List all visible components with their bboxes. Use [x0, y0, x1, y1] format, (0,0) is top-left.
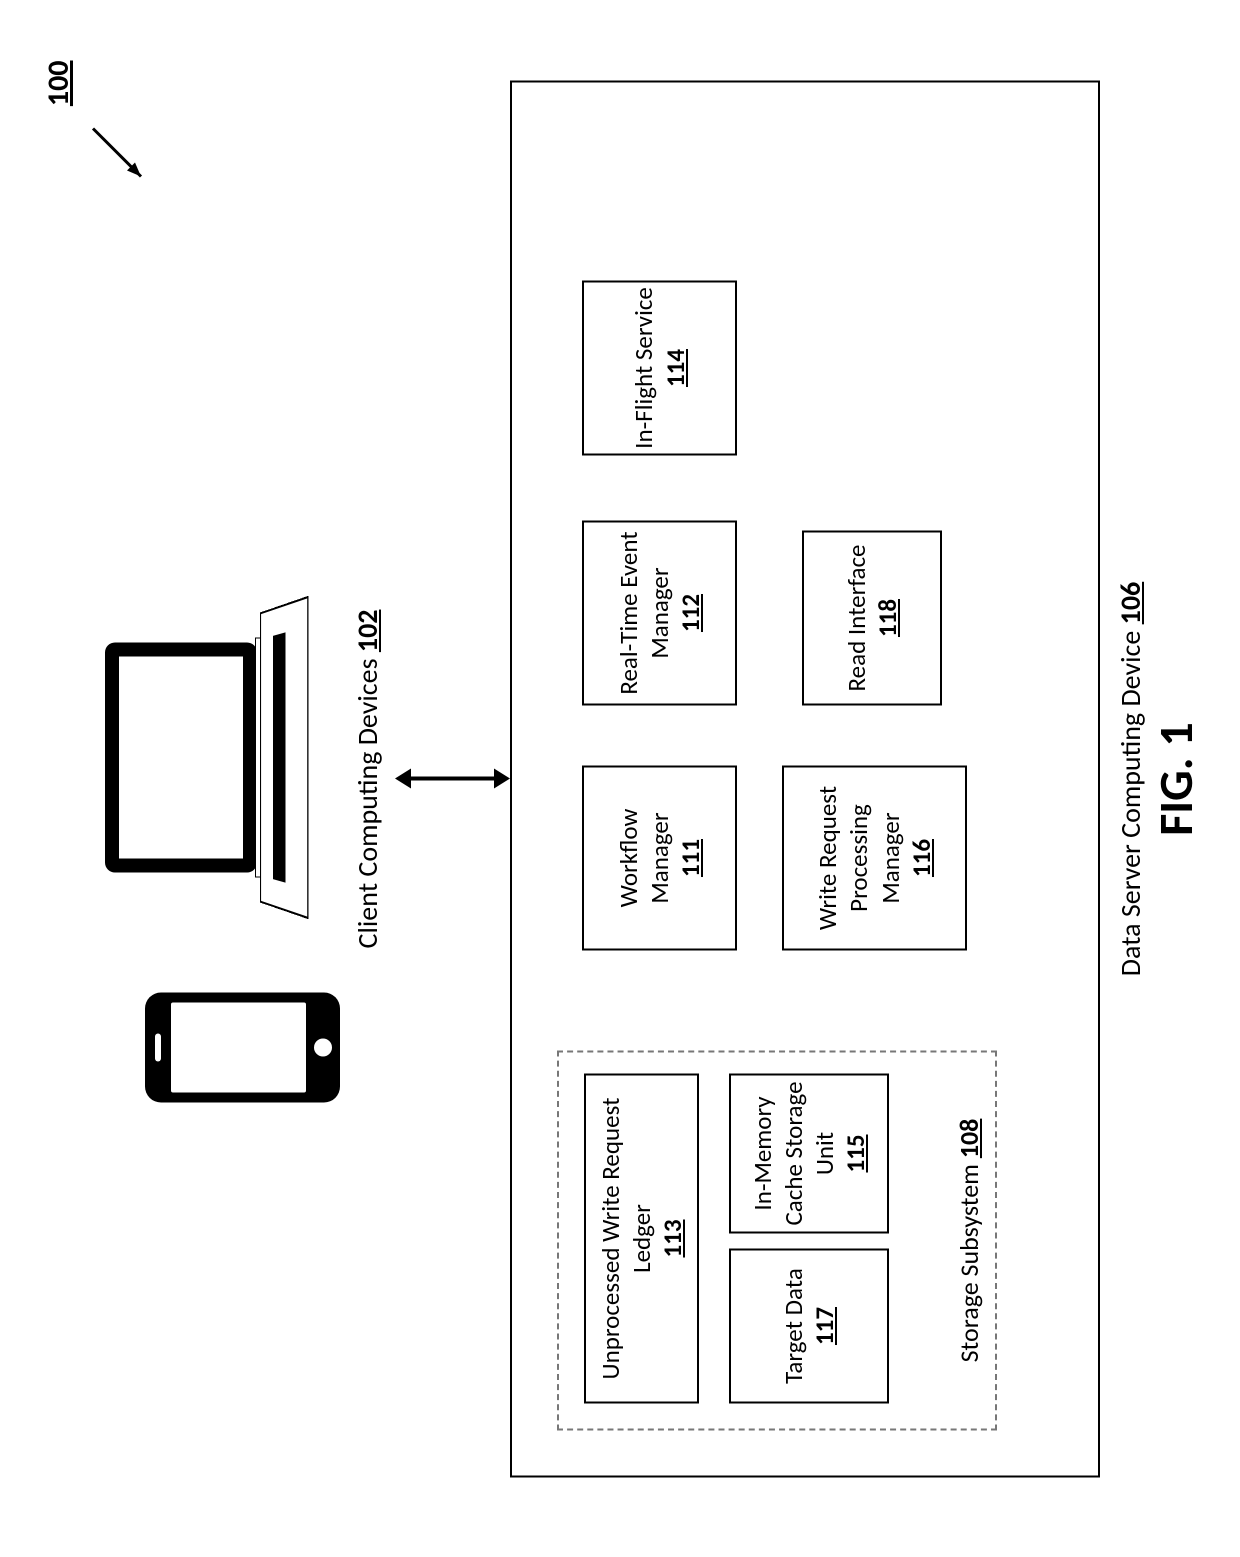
figure-ref-100: 100	[40, 60, 77, 106]
in-flight-service-box: In-Flight Service 114	[582, 280, 737, 455]
component-ref: 118	[872, 599, 903, 637]
component-label: Workflow Manager	[613, 771, 676, 944]
target-data-box: Target Data 117	[729, 1248, 889, 1403]
component-ref: 113	[657, 1219, 688, 1257]
component-label: In-Flight Service	[628, 287, 659, 449]
figure-ref-arrow	[85, 120, 155, 190]
component-ref: 117	[809, 1307, 840, 1345]
server-label-text: Data Server Computing Device	[1113, 630, 1148, 976]
client-label-text: Client Computing Devices	[350, 658, 385, 948]
bidirectional-arrow-icon	[395, 766, 510, 792]
component-label: Read Interface	[841, 544, 872, 691]
component-label: In-Memory Cache Storage Unit	[747, 1079, 841, 1227]
client-computing-devices-label: Client Computing Devices 102	[350, 0, 385, 1557]
storage-subsystem-label: Storage Subsystem 108	[953, 1052, 985, 1428]
read-interface-box: Read Interface 118	[802, 530, 942, 705]
storage-subsystem-box: Unprocessed Write Request Ledger 113 Tar…	[557, 1050, 997, 1430]
in-memory-cache-box: In-Memory Cache Storage Unit 115	[729, 1073, 889, 1233]
component-ref: 112	[675, 594, 706, 632]
component-label: Target Data	[778, 1268, 809, 1384]
figure-number-label: FIG. 1	[1146, 0, 1205, 1557]
data-server-box: Unprocessed Write Request Ledger 113 Tar…	[510, 80, 1100, 1477]
component-label: Write Request Processing Manager	[812, 771, 906, 944]
real-time-event-manager-box: Real-Time Event Manager 112	[582, 520, 737, 705]
component-label: Unprocessed Write Request Ledger	[595, 1079, 658, 1397]
component-ref: 116	[906, 839, 937, 877]
unprocessed-write-request-ledger-box: Unprocessed Write Request Ledger 113	[584, 1073, 699, 1403]
component-ref: 114	[660, 349, 691, 387]
server-label-ref: 106	[1113, 581, 1148, 624]
laptop-icon	[105, 612, 340, 902]
workflow-manager-box: Workflow Manager 111	[582, 765, 737, 950]
component-label: Real-Time Event Manager	[613, 526, 676, 699]
client-devices-group	[80, 577, 340, 1137]
component-ref: 111	[675, 839, 706, 877]
component-ref: 115	[840, 1134, 871, 1172]
smartphone-icon	[145, 992, 340, 1102]
storage-label-text: Storage Subsystem	[953, 1164, 985, 1362]
write-request-processing-manager-box: Write Request Processing Manager 116	[782, 765, 967, 950]
client-label-ref: 102	[350, 609, 385, 652]
data-server-label: Data Server Computing Device 106	[1113, 82, 1148, 1475]
storage-label-ref: 108	[953, 1118, 985, 1158]
